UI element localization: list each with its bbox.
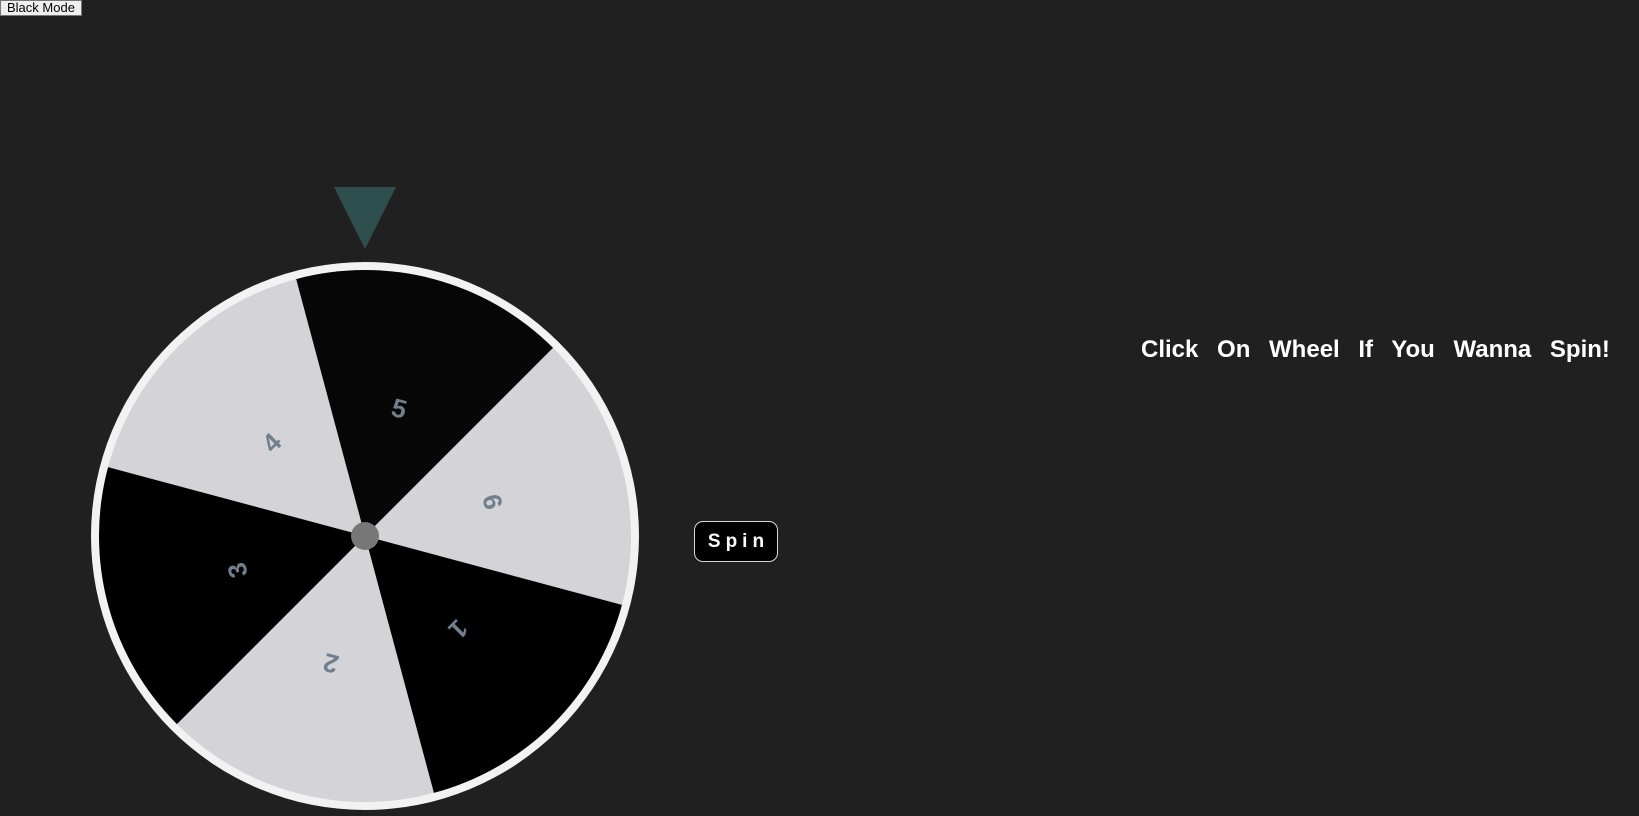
spin-button[interactable]: Spin (694, 521, 778, 562)
wheel-pointer-icon (334, 187, 396, 249)
prize-wheel[interactable]: 456123 (91, 262, 639, 810)
wheel-hub (351, 522, 379, 550)
spin-instruction-text: Click On Wheel If You Wanna Spin! (1141, 336, 1610, 363)
black-mode-toggle-button[interactable]: Black Mode (0, 0, 82, 16)
